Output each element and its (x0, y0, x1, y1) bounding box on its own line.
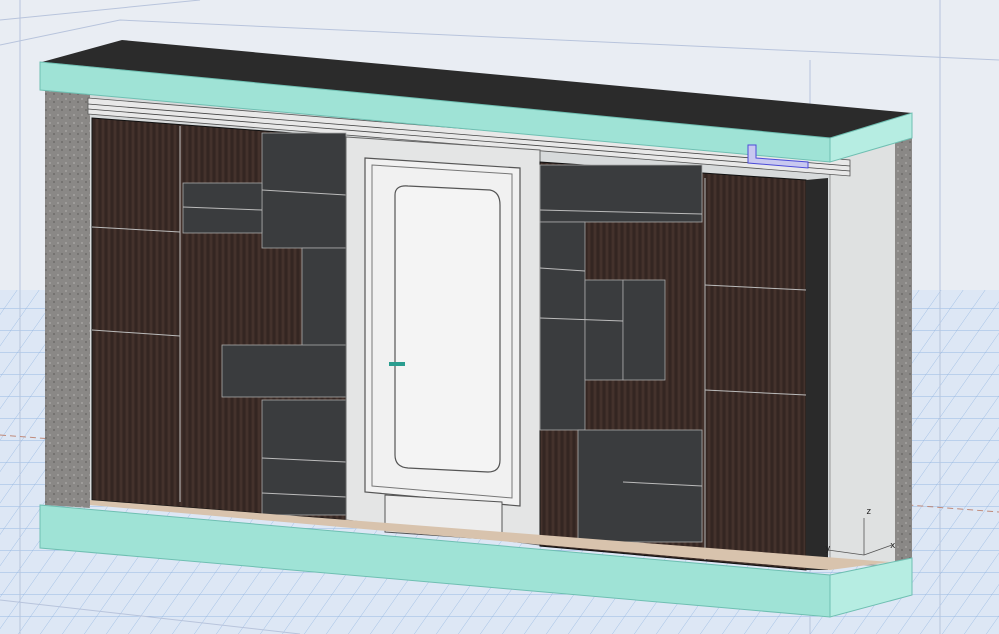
right-stone-wall (895, 138, 912, 562)
right-cabinet (539, 161, 828, 571)
axis-label-y: y (825, 544, 831, 554)
axis-label-z: z (866, 507, 871, 517)
left-stone-wall (45, 85, 90, 508)
right-wall (829, 139, 901, 566)
axis-label-x: x (890, 541, 896, 551)
left-cabinet (91, 117, 347, 521)
door-handle-icon[interactable] (389, 362, 405, 366)
3d-viewport[interactable]: z y x (0, 0, 999, 634)
door[interactable] (364, 157, 521, 541)
